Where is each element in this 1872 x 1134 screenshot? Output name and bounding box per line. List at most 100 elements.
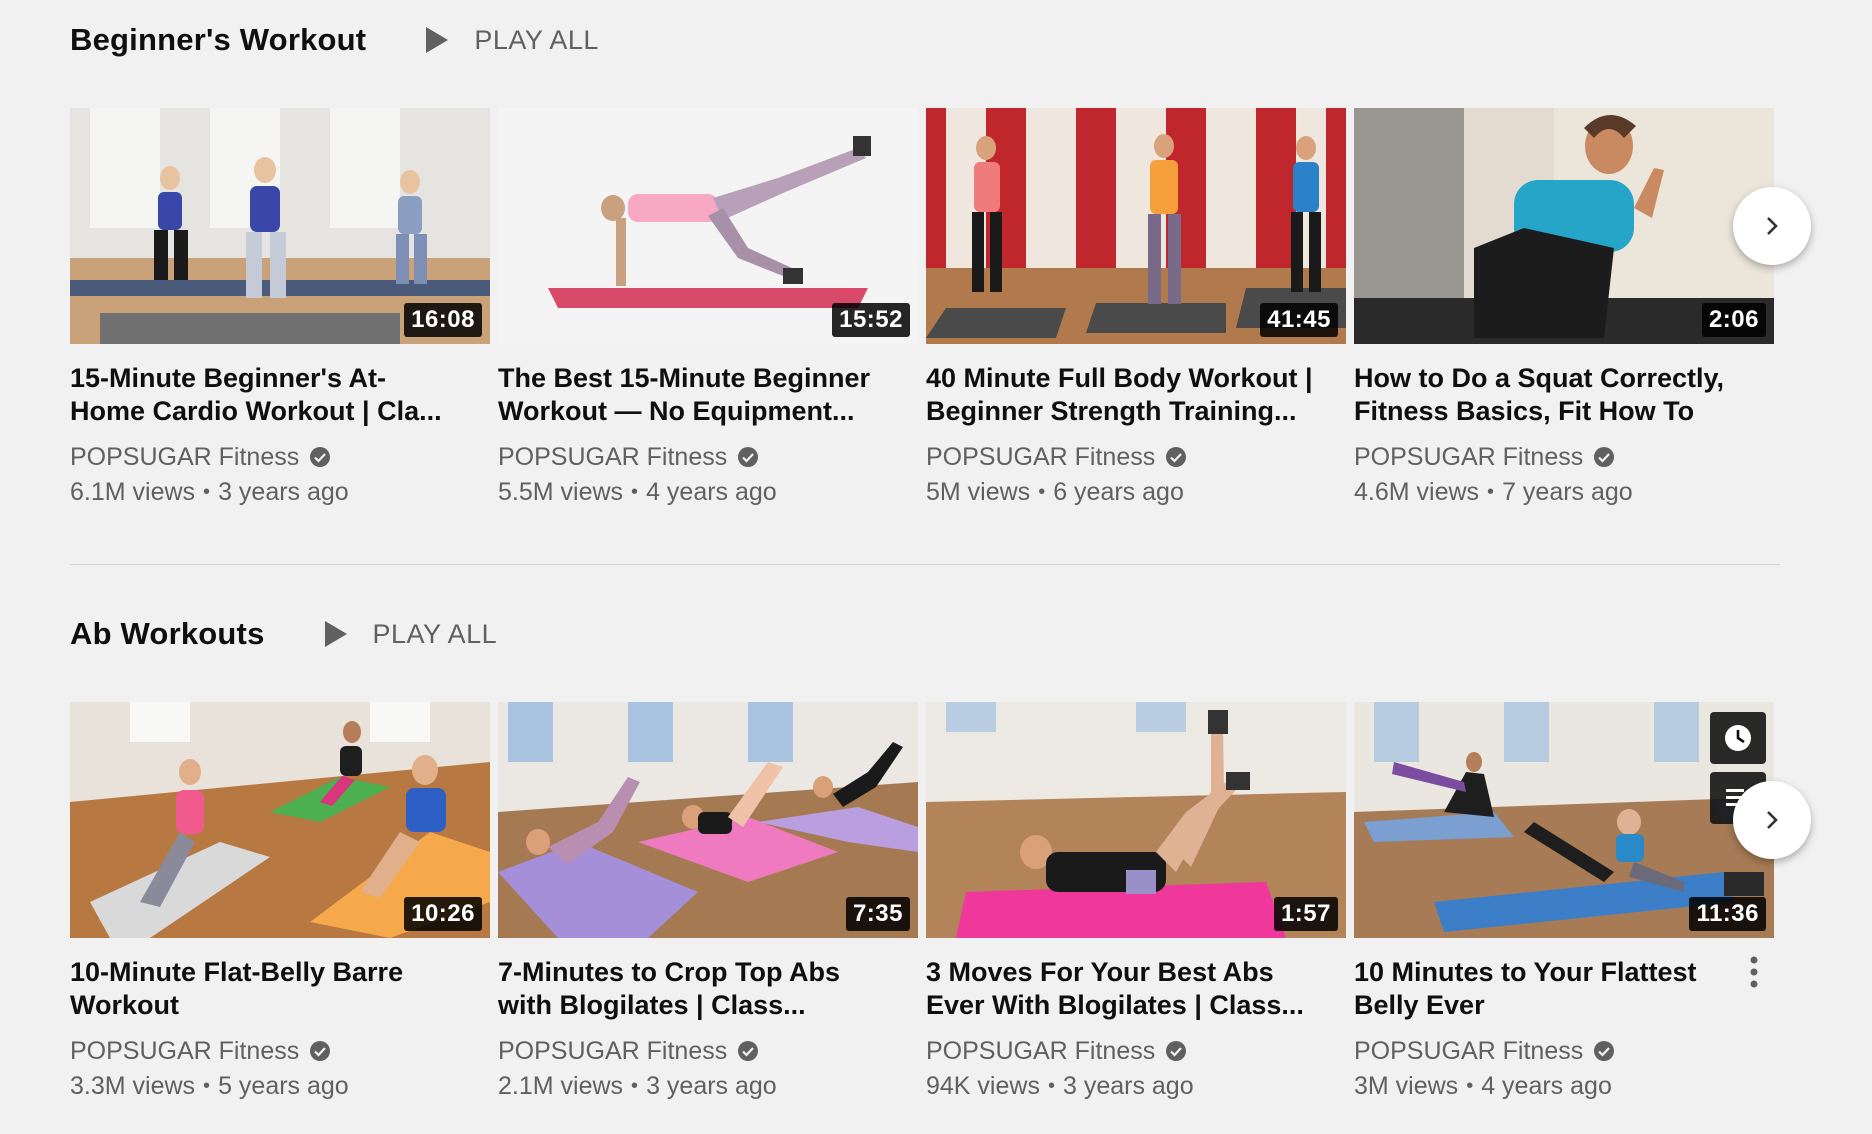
- shelf-title[interactable]: Beginner's Workout: [70, 22, 366, 58]
- separator: •: [1047, 1074, 1055, 1097]
- upload-age: 4 years ago: [646, 477, 777, 506]
- shelf-next-button[interactable]: [1733, 187, 1811, 265]
- shelf-divider: [70, 564, 1780, 565]
- video-stats: 5.5M views • 4 years ago: [498, 474, 888, 510]
- play-all-label: PLAY ALL: [372, 618, 498, 649]
- video-card[interactable]: 10:26 10-Minute Flat-Belly Barre Workout…: [70, 702, 490, 1104]
- video-card[interactable]: 11:36 10 Minutes to Your Flattest Belly …: [1354, 702, 1774, 1104]
- video-meta: The Best 15-Minute Beginner Workout — No…: [498, 344, 918, 510]
- video-title[interactable]: 7-Minutes to Crop Top Abs with Blogilate…: [498, 956, 888, 1022]
- verified-check-icon: [310, 1041, 331, 1061]
- video-thumbnail[interactable]: 1:57: [926, 702, 1346, 938]
- view-count: 94K views: [926, 1071, 1040, 1100]
- watch-later-button[interactable]: [1710, 712, 1766, 764]
- video-meta: How to Do a Squat Correctly, Fitness Bas…: [1354, 344, 1774, 510]
- channel-label: POPSUGAR Fitness: [70, 442, 300, 471]
- upload-age: 3 years ago: [646, 1071, 777, 1100]
- separator: •: [203, 480, 211, 503]
- video-duration: 7:35: [845, 897, 910, 931]
- video-card[interactable]: 41:45 40 Minute Full Body Workout | Begi…: [926, 108, 1346, 510]
- video-thumbnail[interactable]: 16:08: [70, 108, 490, 344]
- upload-age: 3 years ago: [1062, 1071, 1194, 1100]
- video-duration: 10:26: [404, 897, 482, 931]
- clock-icon: [1725, 725, 1751, 751]
- video-stats: 3M views • 4 years ago: [1354, 1068, 1744, 1104]
- channel-name[interactable]: POPSUGAR Fitness: [926, 1034, 1316, 1068]
- video-thumbnail[interactable]: 10:26: [70, 702, 490, 938]
- video-card[interactable]: 7:35 7-Minutes to Crop Top Abs with Blog…: [498, 702, 918, 1104]
- separator: •: [631, 1074, 639, 1097]
- play-all-label: PLAY ALL: [474, 24, 599, 55]
- channel-name[interactable]: POPSUGAR Fitness: [498, 440, 888, 474]
- channel-name[interactable]: POPSUGAR Fitness: [498, 1034, 888, 1068]
- channel-name[interactable]: POPSUGAR Fitness: [70, 440, 460, 474]
- video-duration: 16:08: [404, 303, 482, 337]
- channel-label: POPSUGAR Fitness: [1354, 1036, 1584, 1065]
- view-count: 3M views: [1354, 1071, 1459, 1100]
- shelf-next-button[interactable]: [1733, 781, 1811, 859]
- view-count: 3.3M views: [70, 1071, 196, 1100]
- video-title[interactable]: 15-Minute Beginner's At-Home Cardio Work…: [70, 362, 460, 428]
- video-stats: 6.1M views • 3 years ago: [70, 474, 460, 510]
- upload-age: 6 years ago: [1053, 477, 1184, 506]
- shelf-title[interactable]: Ab Workouts: [70, 616, 265, 652]
- separator: •: [1466, 1074, 1474, 1097]
- upload-age: 7 years ago: [1502, 477, 1633, 506]
- video-row: 10:26 10-Minute Flat-Belly Barre Workout…: [70, 702, 1780, 1122]
- video-card[interactable]: 2:06 How to Do a Squat Correctly, Fitnes…: [1354, 108, 1774, 510]
- channel-name[interactable]: POPSUGAR Fitness: [926, 440, 1316, 474]
- video-title[interactable]: 40 Minute Full Body Workout | Beginner S…: [926, 362, 1316, 428]
- video-title[interactable]: How to Do a Squat Correctly, Fitness Bas…: [1354, 362, 1744, 428]
- video-card[interactable]: 16:08 15-Minute Beginner's At-Home Cardi…: [70, 108, 490, 510]
- channel-label: POPSUGAR Fitness: [70, 1036, 300, 1065]
- video-duration: 15:52: [832, 303, 910, 337]
- view-count: 6.1M views: [70, 477, 196, 506]
- play-all-button[interactable]: PLAY ALL: [426, 25, 599, 56]
- channel-label: POPSUGAR Fitness: [926, 1036, 1156, 1065]
- chevron-right-icon: [1767, 217, 1778, 235]
- video-title[interactable]: 10 Minutes to Your Flattest Belly Ever: [1354, 956, 1744, 1022]
- video-thumbnail[interactable]: 15:52: [498, 108, 918, 344]
- video-meta: 10-Minute Flat-Belly Barre Workout POPSU…: [70, 938, 490, 1104]
- video-stats: 5M views • 6 years ago: [926, 474, 1316, 510]
- video-stats: 94K views • 3 years ago: [926, 1068, 1316, 1104]
- video-card[interactable]: 15:52 The Best 15-Minute Beginner Workou…: [498, 108, 918, 510]
- video-stats: 2.1M views • 3 years ago: [498, 1068, 888, 1104]
- channel-page: Beginner's Workout PLAY ALL 16:08 15-Min…: [0, 0, 1872, 1134]
- video-duration: 41:45: [1260, 303, 1338, 337]
- channel-name[interactable]: POPSUGAR Fitness: [1354, 1034, 1744, 1068]
- separator: •: [631, 480, 639, 503]
- video-meta: 40 Minute Full Body Workout | Beginner S…: [926, 344, 1346, 510]
- shelf-header: Ab Workouts PLAY ALL: [70, 614, 497, 654]
- video-thumbnail[interactable]: 41:45: [926, 108, 1346, 344]
- video-title[interactable]: 3 Moves For Your Best Abs Ever With Blog…: [926, 956, 1316, 1022]
- channel-label: POPSUGAR Fitness: [498, 1036, 728, 1065]
- channel-name[interactable]: POPSUGAR Fitness: [70, 1034, 460, 1068]
- video-stats: 3.3M views • 5 years ago: [70, 1068, 460, 1104]
- channel-label: POPSUGAR Fitness: [926, 442, 1156, 471]
- play-icon: [426, 27, 449, 53]
- video-duration: 2:06: [1701, 303, 1766, 337]
- channel-name[interactable]: POPSUGAR Fitness: [1354, 440, 1744, 474]
- view-count: 5.5M views: [498, 477, 624, 506]
- video-thumbnail[interactable]: 7:35: [498, 702, 918, 938]
- view-count: 4.6M views: [1354, 477, 1480, 506]
- video-card[interactable]: 1:57 3 Moves For Your Best Abs Ever With…: [926, 702, 1346, 1104]
- shelf-header: Beginner's Workout PLAY ALL: [70, 20, 599, 60]
- upload-age: 3 years ago: [218, 477, 349, 506]
- video-thumbnail[interactable]: 2:06: [1354, 108, 1774, 344]
- channel-label: POPSUGAR Fitness: [498, 442, 728, 471]
- upload-age: 5 years ago: [218, 1071, 349, 1100]
- video-thumbnail[interactable]: 11:36: [1354, 702, 1774, 938]
- video-title[interactable]: The Best 15-Minute Beginner Workout — No…: [498, 362, 888, 428]
- upload-age: 4 years ago: [1481, 1071, 1612, 1100]
- play-all-button[interactable]: PLAY ALL: [324, 618, 498, 650]
- view-count: 2.1M views: [498, 1071, 624, 1100]
- video-meta: 3 Moves For Your Best Abs Ever With Blog…: [926, 938, 1346, 1104]
- verified-check-icon: [1166, 447, 1187, 467]
- video-meta: 7-Minutes to Crop Top Abs with Blogilate…: [498, 938, 918, 1104]
- video-meta: 10 Minutes to Your Flattest Belly Ever P…: [1354, 938, 1774, 1104]
- more-vert-icon[interactable]: [1744, 954, 1764, 994]
- video-title[interactable]: 10-Minute Flat-Belly Barre Workout: [70, 956, 460, 1022]
- video-duration: 11:36: [1689, 897, 1766, 931]
